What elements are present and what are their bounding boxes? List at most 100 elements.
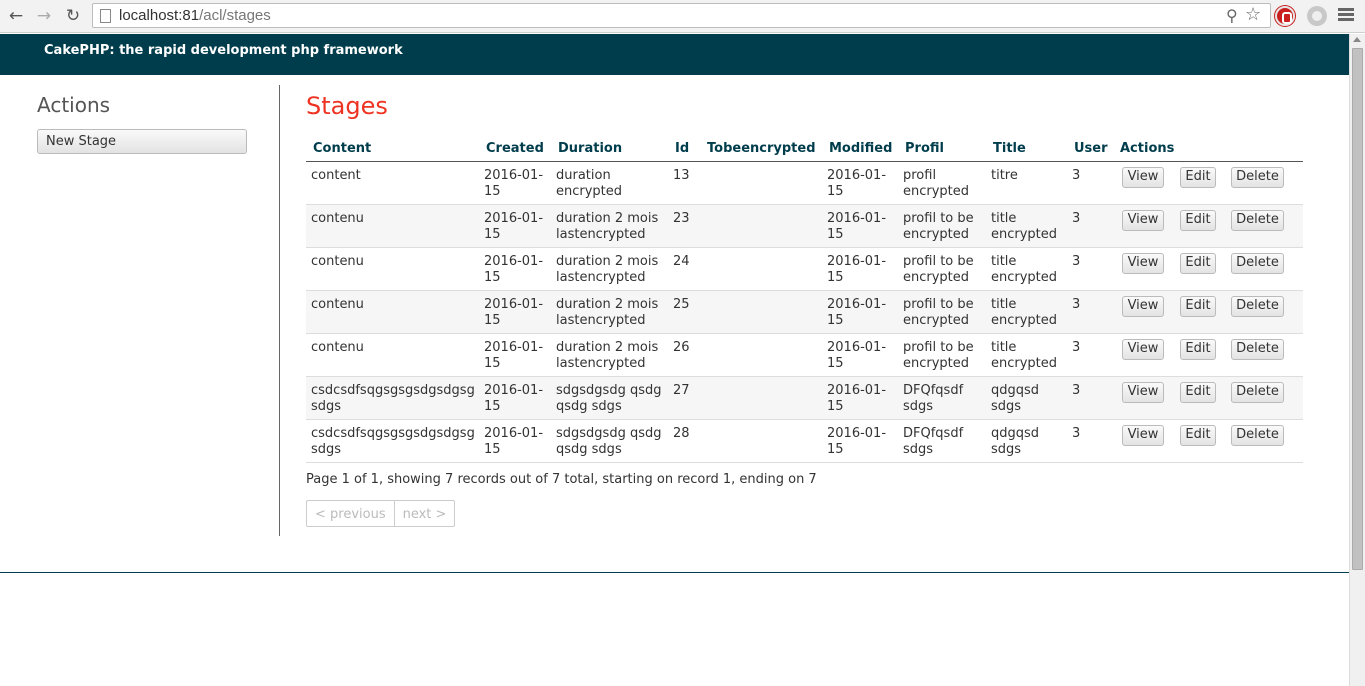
- forward-icon[interactable]: →: [34, 6, 54, 26]
- edit-button[interactable]: Edit: [1180, 209, 1216, 231]
- cell-created: 2016-01-15: [479, 247, 551, 291]
- paging-info: Page 1 of 1, showing 7 records out of 7 …: [306, 472, 817, 487]
- cell-profil: profil to be encrypted: [898, 333, 986, 377]
- cell-modified: 2016-01-15: [822, 204, 898, 248]
- cell-duration: sdgsdgsdg qsdg qsdg sdgs: [551, 419, 668, 463]
- scroll-thumb[interactable]: [1352, 48, 1363, 570]
- cell-user: 3: [1067, 204, 1113, 248]
- page-icon: [100, 9, 111, 23]
- cell-actions: View Edit Delete: [1113, 376, 1303, 420]
- footer-divider: [0, 572, 1349, 573]
- column-header-id[interactable]: Id: [668, 136, 700, 162]
- cell-title: title encrypted: [986, 247, 1067, 291]
- reload-icon[interactable]: ↻: [63, 6, 83, 26]
- app-header: CakePHP: the rapid development php frame…: [0, 34, 1349, 75]
- edit-button[interactable]: Edit: [1180, 295, 1216, 317]
- extension-icon[interactable]: [1307, 6, 1327, 26]
- view-button[interactable]: View: [1122, 209, 1164, 231]
- cell-user: 3: [1067, 161, 1113, 205]
- browser-toolbar: ← → ↻ localhost:81/acl/stages ⚲ ☆: [0, 0, 1365, 33]
- page-title: Stages: [306, 92, 388, 120]
- column-header-tobeencrypted[interactable]: Tobeencrypted: [700, 136, 822, 162]
- column-header-modified[interactable]: Modified: [822, 136, 898, 162]
- cell-created: 2016-01-15: [479, 376, 551, 420]
- cell-tobeencrypted: [700, 419, 822, 463]
- back-icon[interactable]: ←: [6, 6, 26, 26]
- cell-created: 2016-01-15: [479, 161, 551, 205]
- address-bar[interactable]: localhost:81/acl/stages ⚲ ☆: [92, 3, 1271, 28]
- cell-actions: View Edit Delete: [1113, 161, 1303, 205]
- cell-modified: 2016-01-15: [822, 376, 898, 420]
- cell-tobeencrypted: [700, 161, 822, 205]
- cell-actions: View Edit Delete: [1113, 419, 1303, 463]
- previous-link: < previous: [315, 507, 386, 522]
- delete-button[interactable]: Delete: [1231, 381, 1284, 403]
- new-stage-button[interactable]: New Stage: [37, 129, 247, 154]
- cell-modified: 2016-01-15: [822, 290, 898, 334]
- cell-id: 27: [668, 376, 700, 420]
- cell-modified: 2016-01-15: [822, 419, 898, 463]
- scroll-up-arrow-icon[interactable]: [1353, 37, 1361, 42]
- cell-title: qdgqsd sdgs: [986, 376, 1067, 420]
- cell-id: 23: [668, 204, 700, 248]
- view-button[interactable]: View: [1122, 252, 1164, 274]
- view-button[interactable]: View: [1122, 381, 1164, 403]
- delete-button[interactable]: Delete: [1231, 424, 1284, 446]
- delete-button[interactable]: Delete: [1231, 209, 1284, 231]
- browser-menu-icon[interactable]: [1338, 8, 1354, 22]
- cell-duration: duration encrypted: [551, 161, 668, 205]
- cell-profil: profil to be encrypted: [898, 204, 986, 248]
- column-header-title[interactable]: Title: [986, 136, 1067, 162]
- cell-created: 2016-01-15: [479, 204, 551, 248]
- cell-duration: duration 2 mois lastencrypted: [551, 290, 668, 334]
- cell-actions: View Edit Delete: [1113, 204, 1303, 248]
- cell-content: content: [306, 161, 479, 205]
- cell-title: title encrypted: [986, 290, 1067, 334]
- cell-actions: View Edit Delete: [1113, 290, 1303, 334]
- cell-profil: DFQfqsdf sdgs: [898, 376, 986, 420]
- view-button[interactable]: View: [1122, 338, 1164, 360]
- delete-button[interactable]: Delete: [1231, 252, 1284, 274]
- app-title-link[interactable]: CakePHP: the rapid development php frame…: [44, 43, 403, 58]
- column-header-profil[interactable]: Profil: [898, 136, 986, 162]
- view-button[interactable]: View: [1122, 295, 1164, 317]
- cell-title: title encrypted: [986, 333, 1067, 377]
- cell-profil: DFQfqsdf sdgs: [898, 419, 986, 463]
- edit-button[interactable]: Edit: [1180, 338, 1216, 360]
- column-header-duration[interactable]: Duration: [551, 136, 668, 162]
- edit-button[interactable]: Edit: [1180, 166, 1216, 188]
- view-button[interactable]: View: [1122, 166, 1164, 188]
- cell-actions: View Edit Delete: [1113, 333, 1303, 377]
- adblock-extension-icon[interactable]: [1275, 6, 1295, 26]
- cell-profil: profil to be encrypted: [898, 290, 986, 334]
- table-row: csdcsdfsqgsgsgsdgsdgsg sdgs 2016-01-15 s…: [306, 376, 1303, 420]
- cell-profil: profil to be encrypted: [898, 247, 986, 291]
- cell-user: 3: [1067, 419, 1113, 463]
- edit-button[interactable]: Edit: [1180, 252, 1216, 274]
- cell-content: contenu: [306, 204, 479, 248]
- view-button[interactable]: View: [1122, 424, 1164, 446]
- cell-id: 24: [668, 247, 700, 291]
- stages-table: Content Created Duration Id Tobeencrypte…: [306, 136, 1303, 463]
- page-scrollbar[interactable]: [1349, 34, 1365, 686]
- zoom-icon[interactable]: ⚲: [1226, 6, 1238, 25]
- bookmark-star-icon[interactable]: ☆: [1245, 4, 1261, 25]
- column-header-actions: Actions: [1113, 136, 1303, 162]
- pagination: < previous next >: [306, 500, 456, 527]
- cell-tobeencrypted: [700, 204, 822, 248]
- edit-button[interactable]: Edit: [1180, 424, 1216, 446]
- table-row: contenu 2016-01-15 duration 2 mois laste…: [306, 247, 1303, 291]
- column-header-user[interactable]: User: [1067, 136, 1113, 162]
- url-text: localhost:81/acl/stages: [119, 7, 271, 24]
- cell-title: title encrypted: [986, 204, 1067, 248]
- column-header-content[interactable]: Content: [306, 136, 479, 162]
- table-row: contenu 2016-01-15 duration 2 mois laste…: [306, 204, 1303, 248]
- delete-button[interactable]: Delete: [1231, 166, 1284, 188]
- delete-button[interactable]: Delete: [1231, 295, 1284, 317]
- column-header-created[interactable]: Created: [479, 136, 551, 162]
- cell-duration: duration 2 mois lastencrypted: [551, 333, 668, 377]
- delete-button[interactable]: Delete: [1231, 338, 1284, 360]
- cell-id: 28: [668, 419, 700, 463]
- edit-button[interactable]: Edit: [1180, 381, 1216, 403]
- cell-actions: View Edit Delete: [1113, 247, 1303, 291]
